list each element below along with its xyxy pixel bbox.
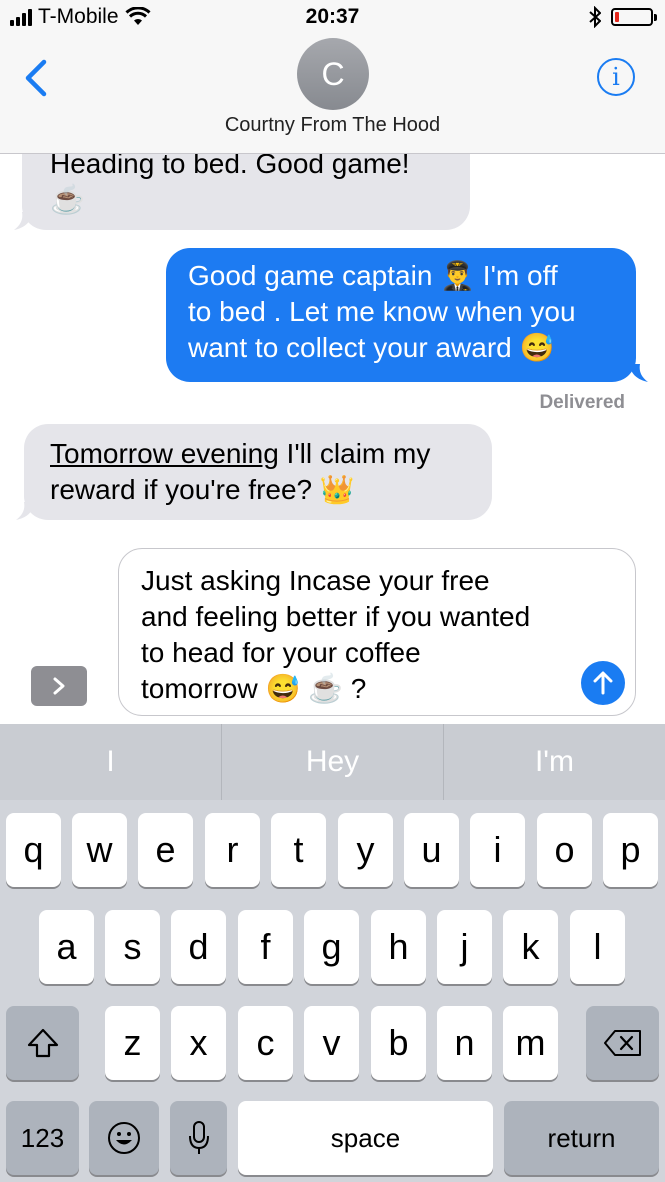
message-line: reward if you're free? 👑	[50, 474, 355, 505]
info-icon[interactable]: i	[597, 58, 635, 96]
key-f[interactable]: f	[238, 910, 293, 984]
key-y[interactable]: y	[338, 813, 393, 887]
numbers-key[interactable]: 123	[6, 1101, 79, 1175]
draft-line: to head for your coffee	[141, 637, 421, 668]
key-l[interactable]: l	[570, 910, 625, 984]
message-incoming-1[interactable]: Heading to bed. Good game! ☕	[22, 154, 470, 230]
app-drawer-toggle[interactable]	[31, 666, 87, 706]
message-outgoing-1[interactable]: Good game captain 👨‍✈️ I'm off to bed . …	[166, 248, 636, 382]
message-line: want to collect your award 😅	[188, 332, 555, 363]
send-button[interactable]	[581, 661, 625, 705]
date-link[interactable]: Tomorrow evening	[50, 438, 279, 469]
key-w[interactable]: w	[72, 813, 127, 887]
key-s[interactable]: s	[105, 910, 160, 984]
bubble-tail	[14, 212, 32, 230]
message-input[interactable]: Just asking Incase your free and feeling…	[118, 548, 636, 716]
key-r[interactable]: r	[205, 813, 260, 887]
backspace-icon	[603, 1030, 641, 1056]
message-line: to bed . Let me know when you	[188, 296, 576, 327]
backspace-key[interactable]	[586, 1006, 659, 1080]
draft-line: tomorrow 😅 ☕ ?	[141, 673, 367, 704]
chevron-right-icon	[53, 677, 65, 695]
contact-name[interactable]: Courtny From The Hood	[0, 114, 665, 137]
arrow-up-icon	[593, 671, 613, 695]
emoji-icon	[108, 1122, 140, 1154]
microphone-icon	[188, 1121, 209, 1154]
back-chevron-icon[interactable]	[20, 58, 56, 98]
message-line: Good game captain 👨‍✈️ I'm off	[188, 260, 558, 291]
key-q[interactable]: q	[6, 813, 61, 887]
shift-key[interactable]	[6, 1006, 79, 1080]
delivered-label: Delivered	[539, 392, 625, 413]
emoji-key[interactable]	[89, 1101, 159, 1175]
key-h[interactable]: h	[371, 910, 426, 984]
prediction-1[interactable]: I	[0, 724, 221, 800]
dictation-key[interactable]	[170, 1101, 227, 1175]
key-d[interactable]: d	[171, 910, 226, 984]
key-a[interactable]: a	[39, 910, 94, 984]
message-text: I'll claim my	[278, 438, 431, 469]
key-g[interactable]: g	[304, 910, 359, 984]
predictive-bar: I Hey I'm	[0, 724, 665, 800]
bubble-tail	[16, 502, 34, 520]
key-k[interactable]: k	[503, 910, 558, 984]
key-t[interactable]: t	[271, 813, 326, 887]
conversation-header: C Courtny From The Hood i	[0, 36, 665, 154]
status-right	[589, 6, 657, 28]
key-p[interactable]: p	[603, 813, 658, 887]
draft-line: and feeling better if you wanted	[141, 601, 531, 632]
key-o[interactable]: o	[537, 813, 592, 887]
coffee-emoji: ☕	[50, 184, 85, 215]
shift-icon	[27, 1028, 58, 1058]
return-key[interactable]: return	[504, 1101, 659, 1175]
prediction-3[interactable]: I'm	[443, 724, 665, 800]
key-u[interactable]: u	[404, 813, 459, 887]
status-bar: T-Mobile 20:37	[0, 0, 665, 36]
avatar-initial: C	[321, 55, 345, 92]
bluetooth-icon	[589, 6, 601, 28]
key-e[interactable]: e	[138, 813, 193, 887]
key-n[interactable]: n	[437, 1006, 492, 1080]
battery-level	[615, 12, 619, 22]
key-c[interactable]: c	[238, 1006, 293, 1080]
key-j[interactable]: j	[437, 910, 492, 984]
key-z[interactable]: z	[105, 1006, 160, 1080]
keyboard: I Hey I'm q w e r t y u i o p a s d f g …	[0, 724, 665, 1182]
key-v[interactable]: v	[304, 1006, 359, 1080]
key-m[interactable]: m	[503, 1006, 558, 1080]
battery-icon	[611, 8, 657, 26]
message-line: Tomorrow evening I'll claim my	[50, 436, 472, 472]
draft-line: Just asking Incase your free	[141, 565, 490, 596]
message-text: Heading to bed. Good game!	[50, 154, 410, 179]
prediction-2[interactable]: Hey	[221, 724, 443, 800]
message-incoming-2[interactable]: Tomorrow evening I'll claim my reward if…	[24, 424, 492, 520]
space-key[interactable]: space	[238, 1101, 493, 1175]
key-b[interactable]: b	[371, 1006, 426, 1080]
status-time: 20:37	[305, 5, 360, 28]
key-x[interactable]: x	[171, 1006, 226, 1080]
bubble-tail	[630, 364, 648, 382]
contact-avatar[interactable]: C	[297, 38, 369, 110]
key-i[interactable]: i	[470, 813, 525, 887]
